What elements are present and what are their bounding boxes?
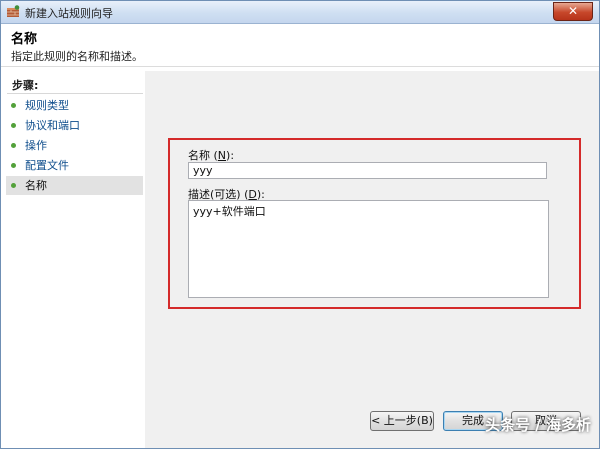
description-field-value: yyy+软件端口 (193, 205, 266, 218)
name-label: 名称 (N): (188, 149, 235, 162)
sidebar-item-label: 协议和端口 (25, 119, 80, 132)
wizard-header: 名称 指定此规则的名称和描述。 (1, 24, 599, 67)
back-button[interactable]: < 上一步(B) (370, 411, 434, 431)
sidebar-item-label: 规则类型 (25, 99, 69, 112)
watermark: 头条号 / 海多析 (485, 416, 591, 434)
name-shortcut: N (217, 149, 227, 162)
step-bullet-icon (11, 123, 16, 128)
steps-title: 步骤: (12, 79, 39, 92)
firewall-icon (7, 5, 20, 17)
sidebar-item-action[interactable]: 操作 (6, 136, 143, 155)
close-button[interactable]: ✕ (553, 2, 593, 21)
wizard-window: 新建入站规则向导 ✕ 名称 指定此规则的名称和描述。 步骤: 规则类型 协议和端… (0, 0, 600, 449)
sidebar-item-label: 配置文件 (25, 159, 69, 172)
close-icon: ✕ (567, 4, 579, 18)
steps-sidebar: 步骤: 规则类型 协议和端口 操作 配置文件 名称 (1, 71, 144, 448)
sidebar-item-name[interactable]: 名称 (6, 176, 143, 195)
steps-divider (7, 93, 143, 94)
sidebar-item-profile[interactable]: 配置文件 (6, 156, 143, 175)
step-bullet-icon (11, 163, 16, 168)
sidebar-item-rule-type[interactable]: 规则类型 (6, 96, 143, 115)
name-field-value: yyy (193, 164, 213, 177)
window-title: 新建入站规则向导 (25, 7, 113, 20)
step-bullet-icon (11, 143, 16, 148)
sidebar-item-protocol-port[interactable]: 协议和端口 (6, 116, 143, 135)
page-subtitle: 指定此规则的名称和描述。 (11, 50, 143, 63)
description-field[interactable]: yyy+软件端口 (188, 200, 549, 298)
name-field[interactable]: yyy (188, 162, 547, 179)
step-bullet-icon (11, 103, 16, 108)
sidebar-item-label: 操作 (25, 139, 47, 152)
sidebar-item-label: 名称 (25, 179, 47, 192)
title-bar[interactable]: 新建入站规则向导 ✕ (1, 1, 599, 24)
page-title: 名称 (11, 32, 38, 47)
step-bullet-icon (11, 183, 16, 188)
